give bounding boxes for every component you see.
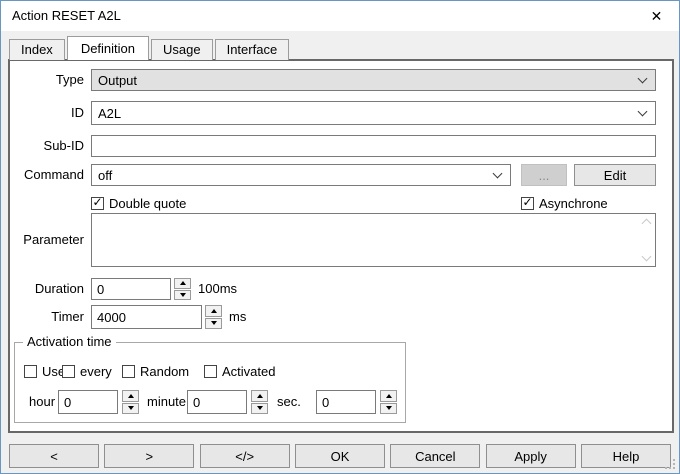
id-select[interactable]: A2L <box>91 101 656 125</box>
resize-grip-icon[interactable] <box>664 458 675 469</box>
chevron-down-icon <box>638 107 648 117</box>
activation-time-group: Activation time Use every Random Activat… <box>14 342 406 423</box>
spin-up-icon <box>386 394 392 398</box>
use-checkbox[interactable]: Use <box>24 363 65 379</box>
cancel-button[interactable]: Cancel <box>390 444 480 468</box>
scroll-down-icon <box>642 252 652 262</box>
checkbox-box: ✓ <box>521 197 534 210</box>
activation-time-legend: Activation time <box>23 334 116 349</box>
activated-label: Activated <box>222 364 275 379</box>
minute-spinner <box>251 390 268 414</box>
sec-spinner <box>380 390 397 414</box>
spin-up-icon <box>180 281 186 285</box>
every-label: every <box>80 364 112 379</box>
duration-unit: 100ms <box>198 278 237 300</box>
window-title: Action RESET A2L <box>12 1 121 31</box>
definition-panel: Type Output ID A2L Sub-ID Command off ..… <box>8 59 674 433</box>
close-icon: ✕ <box>651 9 663 25</box>
close-button[interactable]: ✕ <box>634 1 679 31</box>
timer-label: Timer <box>10 305 84 329</box>
minute-label: minute <box>147 390 186 414</box>
grip-dots <box>673 467 675 469</box>
apply-button[interactable]: Apply <box>486 444 576 468</box>
double-quote-checkbox[interactable]: ✓ Double quote <box>91 195 186 211</box>
check-icon: ✓ <box>92 197 102 208</box>
sec-label: sec. <box>277 390 301 414</box>
spin-up-button[interactable] <box>122 390 139 402</box>
sec-input[interactable] <box>316 390 376 414</box>
timer-spinner <box>205 305 222 329</box>
duration-input[interactable] <box>91 278 171 300</box>
spin-down-icon <box>386 406 392 410</box>
spin-up-icon <box>128 394 134 398</box>
spin-down-icon <box>180 293 186 297</box>
type-value: Output <box>98 70 137 90</box>
sub-id-label: Sub-ID <box>10 135 84 157</box>
code-view-button[interactable]: </> <box>200 444 290 468</box>
action-dialog: Action RESET A2L ✕ Index Definition Usag… <box>0 0 680 474</box>
spin-down-button[interactable] <box>174 290 191 301</box>
timer-unit: ms <box>229 305 246 329</box>
tab-usage[interactable]: Usage <box>151 39 213 60</box>
chevron-down-icon <box>493 169 503 179</box>
spin-up-button[interactable] <box>174 278 191 289</box>
duration-spinner <box>174 278 191 300</box>
double-quote-label: Double quote <box>109 196 186 211</box>
command-value: off <box>98 165 112 185</box>
titlebar[interactable]: Action RESET A2L ✕ <box>1 1 679 31</box>
hour-label: hour <box>29 390 55 414</box>
spin-up-button[interactable] <box>251 390 268 402</box>
random-label: Random <box>140 364 189 379</box>
command-browse-button[interactable]: ... <box>521 164 567 186</box>
parameter-textarea[interactable] <box>91 213 656 267</box>
spin-up-icon <box>211 309 217 313</box>
duration-label: Duration <box>10 278 84 300</box>
checkbox-box <box>122 365 135 378</box>
spin-down-icon <box>211 321 217 325</box>
tab-bar: Index Definition Usage Interface <box>9 36 289 60</box>
parameter-label: Parameter <box>10 213 84 267</box>
spin-down-icon <box>257 406 263 410</box>
checkbox-box <box>204 365 217 378</box>
spin-up-icon <box>257 394 263 398</box>
checkbox-box: ✓ <box>91 197 104 210</box>
ok-button[interactable]: OK <box>295 444 385 468</box>
hour-input[interactable] <box>58 390 118 414</box>
hour-spinner <box>122 390 139 414</box>
id-value: A2L <box>98 102 121 124</box>
prev-button[interactable]: < <box>9 444 99 468</box>
next-button[interactable]: > <box>104 444 194 468</box>
timer-input[interactable] <box>91 305 202 329</box>
spin-down-button[interactable] <box>251 403 268 415</box>
check-icon: ✓ <box>522 197 532 208</box>
scroll-up-icon <box>642 219 652 229</box>
command-select[interactable]: off <box>91 164 511 186</box>
type-label: Type <box>10 69 84 91</box>
every-checkbox[interactable]: every <box>62 363 112 379</box>
random-checkbox[interactable]: Random <box>122 363 189 379</box>
command-edit-button[interactable]: Edit <box>574 164 656 186</box>
type-select[interactable]: Output <box>91 69 656 91</box>
tab-interface[interactable]: Interface <box>215 39 290 60</box>
tab-index[interactable]: Index <box>9 39 65 60</box>
spin-up-button[interactable] <box>380 390 397 402</box>
tab-definition[interactable]: Definition <box>67 36 149 60</box>
id-label: ID <box>10 101 84 125</box>
command-label: Command <box>10 164 84 186</box>
spin-down-button[interactable] <box>205 318 222 330</box>
spin-down-button[interactable] <box>122 403 139 415</box>
minute-input[interactable] <box>187 390 247 414</box>
spin-down-button[interactable] <box>380 403 397 415</box>
activated-checkbox[interactable]: Activated <box>204 363 275 379</box>
sub-id-input[interactable] <box>91 135 656 157</box>
checkbox-box <box>62 365 75 378</box>
asynchrone-checkbox[interactable]: ✓ Asynchrone <box>521 195 608 211</box>
checkbox-box <box>24 365 37 378</box>
asynchrone-label: Asynchrone <box>539 196 608 211</box>
chevron-down-icon <box>638 74 648 84</box>
spin-up-button[interactable] <box>205 305 222 317</box>
spin-down-icon <box>128 406 134 410</box>
footer-button-bar: < > </> OK Cancel Apply Help <box>9 444 671 468</box>
help-button[interactable]: Help <box>581 444 671 468</box>
